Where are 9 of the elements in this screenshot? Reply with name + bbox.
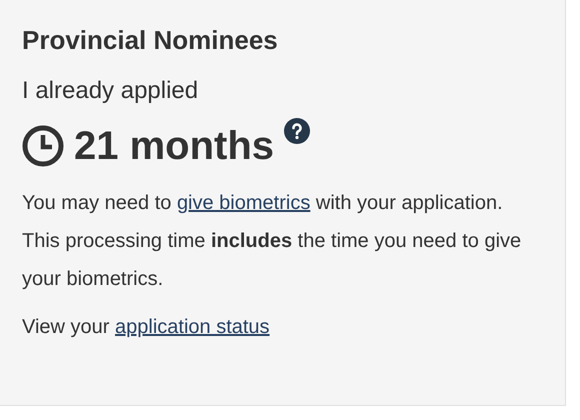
status-text: View your application status bbox=[22, 315, 271, 340]
help-icon[interactable] bbox=[284, 118, 310, 144]
application-status-link[interactable]: application status bbox=[115, 316, 270, 338]
clock-icon bbox=[22, 125, 64, 167]
subtitle-text: I already applied bbox=[22, 76, 200, 106]
card-title: Provincial Nominees bbox=[22, 24, 279, 56]
processing-time: 21 months bbox=[74, 123, 274, 170]
biometrics-link[interactable]: give biometrics bbox=[176, 192, 310, 214]
description-text: You may need to give biometrics with your application. This processing time includes the time you need to give your biometrics. bbox=[22, 191, 522, 292]
